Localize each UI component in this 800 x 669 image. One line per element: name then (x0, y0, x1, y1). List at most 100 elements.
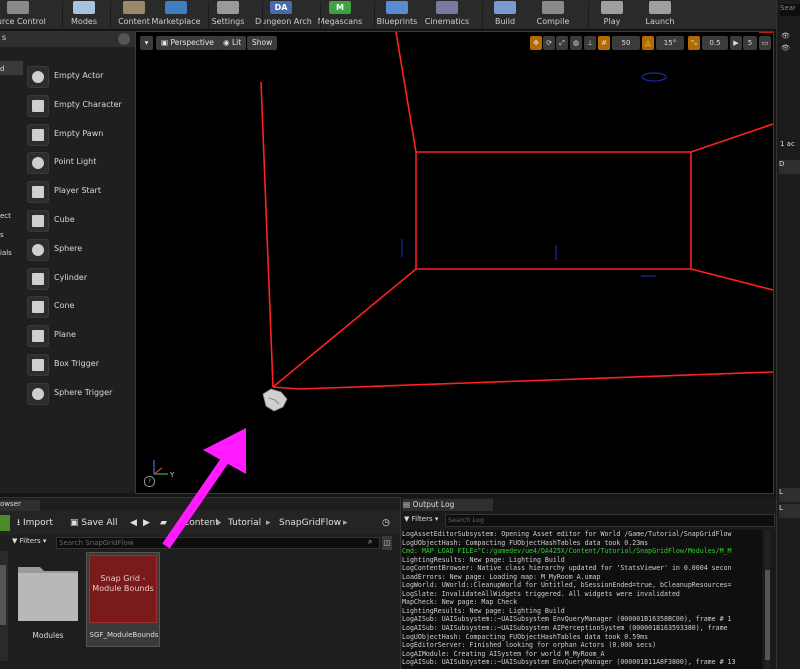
empty-actor-icon (27, 66, 49, 88)
outliner-eye-icon[interactable]: 👁 (781, 32, 790, 40)
placeable-item[interactable]: Empty Actor (24, 64, 135, 90)
asset-search-input[interactable]: Search SnapGridFlow (56, 537, 380, 549)
placeable-item[interactable]: Empty Character (24, 93, 135, 119)
blueprints-icon (386, 1, 408, 14)
toolbar-play-button[interactable]: Play (586, 0, 638, 30)
placeable-item[interactable]: Sphere Trigger (24, 381, 135, 407)
toolbar-separator (262, 2, 263, 28)
placeable-item[interactable]: Box Trigger (24, 352, 135, 378)
log-scrollbar[interactable] (765, 530, 770, 669)
log-line: LogWorld: UWorld::CleanupWorld for Untit… (402, 581, 732, 590)
toolbar-cinematics-button[interactable]: Cinematics (421, 0, 473, 30)
breadcrumb-item[interactable]: Content (183, 515, 219, 531)
asset-tile-selected[interactable]: Snap Grid - Module Bounds SGF_ModuleBoun… (86, 552, 160, 647)
toolbar-separator (588, 2, 589, 28)
toolbar-separator (374, 2, 375, 28)
toolbar-build-button[interactable]: Build (479, 0, 531, 30)
history-icon[interactable]: ◷ (382, 515, 390, 531)
bounds-edge (272, 268, 417, 388)
placeable-item[interactable]: Player Start (24, 179, 135, 205)
import-button[interactable]: ⭳ Import (17, 515, 53, 531)
bounds-edge (690, 268, 773, 291)
log-lines: LogAssetEditorSubsystem: Opening Asset e… (402, 530, 762, 669)
save-icon: ▣ (70, 518, 82, 528)
category-item[interactable]: s (0, 231, 4, 239)
player-start-actor (262, 388, 288, 412)
toolbar-settings-button[interactable]: Settings (202, 0, 254, 30)
outliner-eye-icon[interactable]: 👁 (781, 44, 790, 52)
help-icon[interactable]: ? (144, 476, 155, 487)
log-line: LogUObjectHash: Compacting FUObjectHashT… (402, 538, 649, 547)
lock-icon[interactable]: ◫ (382, 536, 392, 550)
filters-label: Filters (19, 537, 41, 545)
build-icon (494, 1, 516, 14)
breadcrumb-item[interactable]: Tutorial (228, 515, 261, 531)
levels-tab[interactable]: L (779, 504, 800, 518)
toolbar-label: Blueprints (376, 17, 418, 26)
outliner-count: 1 ac (780, 140, 795, 148)
toolbar-label: ource Control (0, 17, 46, 26)
log-search-input[interactable]: Search Log (445, 514, 775, 527)
toolbar-compile-button[interactable]: Compile (527, 0, 579, 30)
toolbar-blueprints-button[interactable]: Blueprints (371, 0, 423, 30)
placeable-item[interactable]: Cone (24, 294, 135, 320)
category-item[interactable]: d (0, 65, 4, 73)
toolbar-megascans-button[interactable]: M Megascans (314, 0, 366, 30)
viewport-scene: Y (153, 32, 773, 479)
toolbar-label: Launch (645, 17, 675, 26)
placeable-item[interactable]: Plane (24, 323, 135, 349)
placeable-label: Cone (54, 301, 75, 311)
placeable-item[interactable]: Cylinder (24, 266, 135, 292)
breadcrumb-item[interactable]: SnapGridFlow (279, 515, 341, 531)
toolbar-launch-button[interactable]: Launch (634, 0, 686, 30)
save-all-button[interactable]: ▣ Save All (70, 515, 118, 531)
placeable-item[interactable]: Point Light (24, 150, 135, 176)
toolbar-marketplace-button[interactable]: Marketplace (150, 0, 202, 30)
toolbar-separator (62, 2, 63, 28)
placeable-label: Empty Character (54, 99, 122, 109)
output-log-tab[interactable]: ▤ Output Log (403, 499, 493, 511)
placeable-label: Sphere Trigger (54, 387, 113, 397)
asset-tile[interactable]: Modules (15, 555, 81, 647)
outliner-search-input[interactable]: Sear (780, 4, 800, 16)
log-filters-button[interactable]: ▼ Filters ▾ (404, 515, 438, 523)
sources-scroll-thumb[interactable] (0, 565, 6, 625)
axis-gizmo: Y (153, 460, 175, 479)
log-line: LogUObjectHash: Compacting FUObjectHashT… (402, 632, 649, 641)
scene-markers (401, 72, 667, 277)
toolbar-separator (208, 2, 209, 28)
empty-pawn-icon (27, 123, 49, 146)
output-log-tab-label: Output Log (412, 500, 455, 509)
log-scroll-thumb[interactable] (765, 570, 770, 660)
module-bounds-wireframe (260, 32, 773, 390)
log-line: Cmd: MAP LOAD FILE="C:/gamedev/ue4/DA425… (402, 547, 732, 556)
filters-button[interactable]: ▼ Filters ▾ (12, 537, 46, 545)
details-tab-label: D (779, 160, 785, 168)
log-line: LightingResults: New page: Lighting Buil… (402, 606, 565, 615)
search-icon[interactable] (118, 33, 130, 45)
bounds-edge (395, 32, 417, 153)
details-tab[interactable]: D (779, 160, 800, 174)
toolbar-label: Marketplace (151, 17, 201, 26)
layers-tab[interactable]: L (779, 488, 800, 502)
toolbar-source-control-button[interactable]: ource Control (0, 0, 46, 30)
placeable-item[interactable]: Empty Pawn (24, 122, 135, 148)
cylinder-icon (27, 267, 49, 290)
place-actors-tab[interactable]: s (0, 31, 135, 47)
placeable-label: Empty Pawn (54, 128, 104, 138)
add-new-icon[interactable] (0, 515, 10, 531)
log-line: LogAISub: UAISubsystem::~UAISubsystem AI… (402, 624, 728, 633)
modes-icon (73, 1, 95, 14)
forward-button[interactable]: ▶ (143, 515, 150, 531)
category-item[interactable]: ials (0, 249, 12, 257)
log-line: LogAISub: UAISubsystem::~UAISubsystem En… (402, 658, 736, 667)
level-viewport[interactable]: ▾ ▣ Perspective ◉ Lit Show ✥ ⟳ ⤢ ◍ ⊥ # 5… (135, 31, 774, 494)
back-button[interactable]: ◀ (130, 515, 137, 531)
placeable-item[interactable]: Cube (24, 208, 135, 234)
placeable-label: Cylinder (54, 272, 88, 282)
category-item[interactable]: ect (0, 212, 11, 220)
folder-icon[interactable]: ▰ (160, 515, 167, 531)
placeable-item[interactable]: Sphere (24, 237, 135, 263)
toolbar-modes-button[interactable]: Modes (58, 0, 110, 30)
levels-tab-label: L (779, 504, 783, 512)
